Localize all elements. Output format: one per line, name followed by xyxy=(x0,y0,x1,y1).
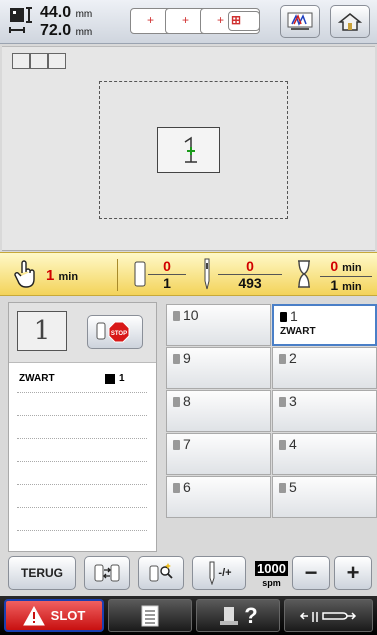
speed-plus-button[interactable]: + xyxy=(334,556,372,590)
checklist-icon xyxy=(141,605,159,626)
needle-9[interactable]: 9 xyxy=(166,347,271,389)
frame-move-button[interactable] xyxy=(284,599,373,632)
design-preview xyxy=(157,127,220,173)
thread-spool-icon xyxy=(173,397,180,407)
action-row: TERUG -/+ 1000 spm − + xyxy=(0,554,377,594)
color-list-item[interactable]: ZWART 1 xyxy=(19,373,147,384)
tension-adjust-button[interactable]: -/+ xyxy=(192,556,246,590)
time-counter: 0 min 1 min xyxy=(320,258,372,295)
status-bar: SLOT ? xyxy=(0,596,377,635)
thread-spool-icon xyxy=(173,483,180,493)
design-size-icon xyxy=(9,7,32,33)
thread-change-button[interactable] xyxy=(84,556,130,590)
slot-button[interactable]: SLOT xyxy=(4,599,104,632)
design-thumbnail[interactable]: 1 xyxy=(17,311,67,351)
thread-search-button[interactable] xyxy=(138,556,184,590)
stop-button[interactable]: STOP xyxy=(87,315,143,349)
color-swatch xyxy=(105,374,115,384)
design-size-readout: 44.0 mm 72.0 mm xyxy=(40,4,93,39)
speed-minus-button[interactable]: − xyxy=(292,556,330,590)
stitch-view-icon xyxy=(287,12,313,30)
thread-spool-icon xyxy=(134,261,146,287)
thread-swap-icon xyxy=(94,564,120,582)
thread-spool-icon xyxy=(173,354,180,364)
needle-4[interactable]: 4 xyxy=(272,433,377,475)
color-sequence-panel: 1 STOP ZWART 1 xyxy=(8,302,157,552)
checklist-button[interactable] xyxy=(108,599,192,632)
color-name: ZWART xyxy=(19,373,55,384)
needle-color-name: ZWART xyxy=(280,326,316,337)
sewing-machine-icon xyxy=(220,606,239,625)
embroidery-frame-icon: + + + ⊞ xyxy=(130,8,260,38)
needle-icon xyxy=(209,561,215,585)
hand-touch-icon xyxy=(14,260,35,288)
needle-2[interactable]: 2 xyxy=(272,347,377,389)
progress-bar: 1 min 0 1 0 493 0 min 1 min xyxy=(0,252,377,296)
thread-spool-icon xyxy=(279,354,286,364)
divider xyxy=(117,259,118,291)
stitch-view-button[interactable] xyxy=(280,5,320,38)
slot-label: SLOT xyxy=(50,608,86,623)
frame-grid-icon xyxy=(12,53,66,69)
needle-7[interactable]: 7 xyxy=(166,433,271,475)
stitch-counter: 0 493 xyxy=(218,258,282,291)
svg-text:STOP: STOP xyxy=(111,331,127,337)
help-button[interactable]: ? xyxy=(196,599,280,632)
thread-search-icon xyxy=(149,563,173,582)
needle-5[interactable]: 5 xyxy=(272,476,377,518)
speed-display: 1000 spm xyxy=(255,560,288,588)
top-bar: 44.0 mm 72.0 mm + + + ⊞ xyxy=(0,0,377,44)
speed-value: 1000 xyxy=(255,561,288,576)
needle-8[interactable]: 8 xyxy=(166,390,271,432)
warning-icon xyxy=(22,605,45,625)
design-height: 72.0 xyxy=(40,22,72,39)
hourglass-icon xyxy=(298,260,310,288)
home-icon xyxy=(338,12,362,31)
needle-icon xyxy=(204,258,210,290)
color-counter: 0 1 xyxy=(148,258,186,291)
frame-move-icon xyxy=(299,611,356,622)
thread-spool-icon xyxy=(279,483,286,493)
color-index: 1 xyxy=(119,373,125,384)
stop-sign-icon: STOP xyxy=(96,321,130,343)
speed-unit: spm xyxy=(262,578,281,588)
home-button[interactable] xyxy=(330,5,370,38)
needle-3[interactable]: 3 xyxy=(272,390,377,432)
thread-spool-icon xyxy=(279,440,286,450)
help-label: ? xyxy=(244,602,258,628)
thread-spool-icon xyxy=(279,397,286,407)
thread-spool-icon xyxy=(173,440,180,450)
design-width: 44.0 xyxy=(40,4,72,21)
thread-spool-icon xyxy=(280,312,287,322)
back-button[interactable]: TERUG xyxy=(8,556,76,590)
design-glyph xyxy=(184,136,197,163)
thread-spool-icon xyxy=(173,311,180,321)
needle-10[interactable]: 10 xyxy=(166,304,271,346)
hand-time: 1 min xyxy=(46,267,79,284)
needle-1[interactable]: 1 ZWART xyxy=(272,304,377,346)
needle-6[interactable]: 6 xyxy=(166,476,271,518)
design-header: 1 STOP xyxy=(9,303,156,363)
embroidery-preview xyxy=(2,46,375,251)
